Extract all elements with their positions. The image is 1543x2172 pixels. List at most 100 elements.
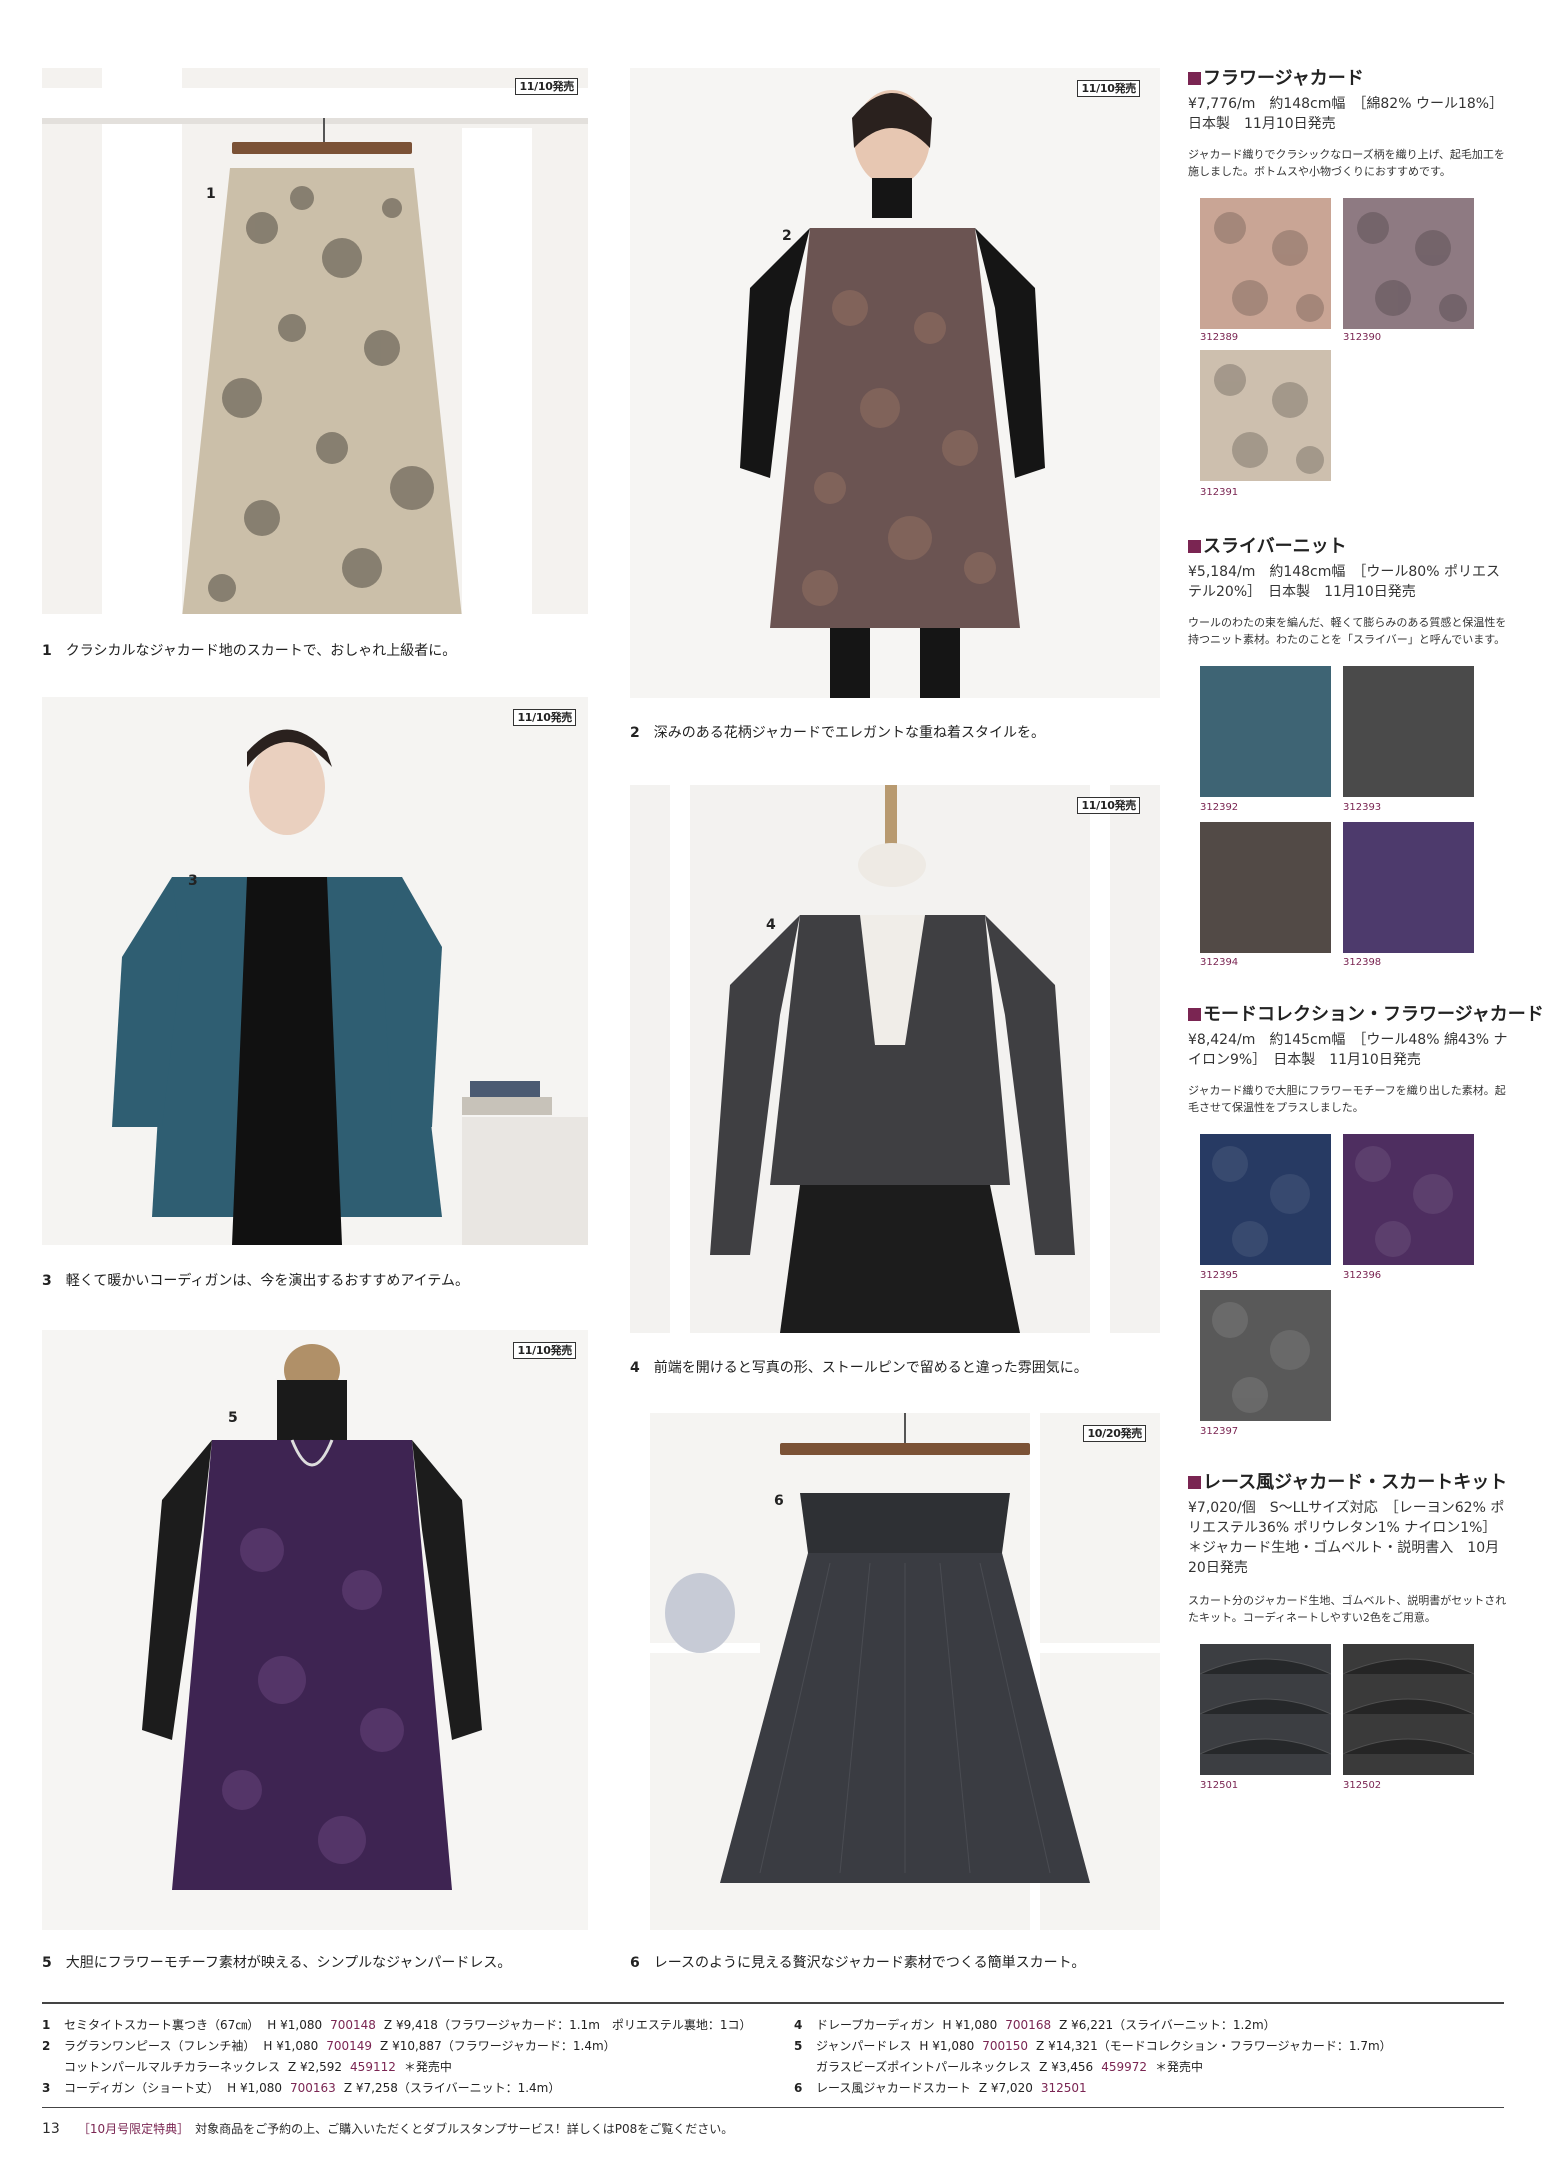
item-number: 5 <box>794 2039 803 2053</box>
fabric-swatch <box>1200 1644 1331 1775</box>
pattern-code: 700168 <box>1005 2018 1052 2032</box>
square-bullet-icon <box>1188 1476 1201 1489</box>
caption-number: 2 <box>630 725 640 741</box>
caption-3: 3 軽くて暖かいコーディガンは、今を演出するおすすめアイテム。 <box>42 1270 469 1290</box>
fabric-swatch <box>1343 1134 1474 1265</box>
footer-item-row: 3 コーディガン（ショート丈） H ¥1,080 700163 Z ¥7,258（スライ… <box>42 2079 568 2096</box>
swatch-code: 312389 <box>1200 332 1239 343</box>
item-number: 5 <box>228 1410 238 1426</box>
release-date-tag: 11/10発売 <box>515 78 578 95</box>
pattern-price: H ¥1,080 <box>227 2081 282 2095</box>
pattern-code: 700149 <box>326 2039 373 2053</box>
footer-item-row: ガラスビーズポイントパールネックレス Z ¥3,456 459972 ＊発売中 <box>794 2058 1211 2075</box>
item-name: ジャンパードレス <box>816 2039 912 2053</box>
section-title-sliver-knit: スライバーニット <box>1188 532 1347 558</box>
item-number: 4 <box>794 2018 803 2032</box>
lace-skirt-illustration <box>630 1413 1160 1930</box>
release-date-tag: 10/20発売 <box>1083 1425 1146 1442</box>
swatch-code: 312391 <box>1200 487 1239 498</box>
fabric-swatch <box>1343 1644 1474 1775</box>
item-number: 6 <box>794 2081 803 2095</box>
section-info: ¥8,424/m 約145cm幅 ［ウール48% 綿43% ナイロン9%］ 日本… <box>1188 1032 1508 1068</box>
material-price: Z ¥7,020 <box>978 2081 1033 2095</box>
photo-drape-cardigan-4: 11/10発売 4 <box>630 785 1160 1333</box>
cardigan-illustration <box>42 697 588 1245</box>
section-description: ジャカード織りでクラシックなローズ柄を織り上げ、起毛加工を施しました。ボトムスや… <box>1188 148 1505 178</box>
item-number: 1 <box>206 186 216 202</box>
footer-item-row: 5 ジャンパードレス H ¥1,080 700150 Z ¥14,321（モードコレクシ… <box>794 2037 1400 2054</box>
fabric-swatch <box>1200 1134 1331 1265</box>
material-price: Z ¥14,321（モードコレクション・フラワージャカード：1.7m） <box>1036 2039 1392 2053</box>
swatch-code: 312397 <box>1200 1426 1239 1437</box>
item-name: コーディガン（ショート丈） <box>64 2081 220 2095</box>
section-description: ジャカード織りで大胆にフラワーモチーフを織り出した素材。起毛させて保温性をプラス… <box>1188 1084 1506 1114</box>
pattern-price: H ¥1,080 <box>919 2039 975 2053</box>
item-number: 3 <box>42 2081 51 2095</box>
item-name: レース風ジャカードスカート <box>816 2081 971 2095</box>
drape-cardigan-illustration <box>630 785 1160 1333</box>
special-offer-text: 対象商品をご予約の上、ご購入いただくとダブルスタンプサービス！詳しくはP08をご… <box>195 2122 734 2136</box>
caption-text: 軽くて暖かいコーディガンは、今を演出するおすすめアイテム。 <box>65 1273 469 1289</box>
footer-item-row: 1 セミタイトスカート裏つき（67㎝） H ¥1,080 700148 Z ¥9,418… <box>42 2016 760 2033</box>
photo-cardigan-3: 11/10発売 3 <box>42 697 588 1245</box>
caption-4: 4 前端を開けると写真の形、ストールピンで留めると違った雰囲気に。 <box>630 1357 1088 1377</box>
photo-lace-skirt-6: 10/20発売 6 <box>630 1413 1160 1930</box>
material-code: 459112 <box>350 2060 396 2074</box>
fabric-swatch <box>1343 666 1474 797</box>
material-price: Z ¥2,592 <box>288 2060 343 2074</box>
item-name: ラグランワンピース（フレンチ袖） <box>64 2039 256 2053</box>
section-title-mode-collection: モードコレクション・フラワージャカード <box>1188 1000 1543 1026</box>
caption-5: 5 大胆にフラワーモチーフ素材が映える、シンプルなジャンパードレス。 <box>42 1952 511 1972</box>
square-bullet-icon <box>1188 72 1201 85</box>
caption-1: 1 クラシカルなジャカード地のスカートで、おしゃれ上級者に。 <box>42 640 456 660</box>
caption-number: 4 <box>630 1360 640 1376</box>
swatch-code: 312393 <box>1343 802 1382 813</box>
fabric-swatch <box>1343 198 1474 329</box>
swatch-code: 312394 <box>1200 957 1239 968</box>
footer-item-row: コットンパールマルチカラーネックレス Z ¥2,592 459112 ＊発売中 <box>42 2058 460 2075</box>
material-price: Z ¥3,456 <box>1039 2060 1094 2074</box>
fabric-swatch <box>1200 822 1331 953</box>
availability-note: ＊発売中 <box>403 2060 452 2074</box>
item-name: ガラスビーズポイントパールネックレス <box>816 2060 1032 2074</box>
footer-top-rule <box>42 2002 1504 2004</box>
square-bullet-icon <box>1188 540 1201 553</box>
pattern-code: 700150 <box>982 2039 1029 2053</box>
section-title-lace-jacquard-kit: レース風ジャカード・スカートキット <box>1188 1468 1507 1494</box>
caption-2: 2 深みのある花柄ジャカードでエレガントな重ね着スタイルを。 <box>630 722 1045 742</box>
footer-item-row: 4 ドレープカーディガン H ¥1,080 700168 Z ¥6,221（スライバーニ… <box>794 2016 1284 2033</box>
fabric-swatch <box>1343 822 1474 953</box>
swatch-code: 312392 <box>1200 802 1239 813</box>
material-price: Z ¥10,887（フラワージャカード：1.4m） <box>380 2039 616 2053</box>
caption-text: 前端を開けると写真の形、ストールピンで留めると違った雰囲気に。 <box>653 1360 1088 1376</box>
section-info: ¥7,776/m 約148cm幅 ［綿82% ウール18%］日本製 11月10日… <box>1188 96 1504 132</box>
swatch-code: 312390 <box>1343 332 1382 343</box>
photo-skirt-1: 11/10発売 1 <box>42 68 588 614</box>
material-code: 459972 <box>1101 2060 1148 2074</box>
caption-text: 深みのある花柄ジャカードでエレガントな重ね着スタイルを。 <box>653 725 1046 741</box>
fabric-swatch <box>1200 666 1331 797</box>
availability-note: ＊発売中 <box>1155 2060 1204 2074</box>
dress-illustration <box>630 68 1160 698</box>
pattern-code: 700148 <box>330 2018 376 2032</box>
swatch-code: 312398 <box>1343 957 1382 968</box>
caption-number: 3 <box>42 1273 52 1289</box>
footer-item-row: 2 ラグランワンピース（フレンチ袖） H ¥1,080 700149 Z ¥10,887… <box>42 2037 624 2054</box>
caption-number: 5 <box>42 1955 52 1971</box>
footer-bottom-rule <box>42 2107 1504 2108</box>
square-bullet-icon <box>1188 1008 1201 1021</box>
release-date-tag: 11/10発売 <box>513 1342 576 1359</box>
item-name: コットンパールマルチカラーネックレス <box>64 2060 281 2074</box>
swatch-code: 312502 <box>1343 1780 1382 1791</box>
item-name: ドレープカーディガン <box>816 2018 935 2032</box>
caption-6: 6 レースのように見える贅沢なジャカード素材でつくる簡単スカート。 <box>630 1952 1085 1972</box>
pattern-price: H ¥1,080 <box>942 2018 998 2032</box>
item-number: 3 <box>188 873 198 889</box>
item-number: 6 <box>774 1493 784 1509</box>
photo-dress-2: 11/10発売 2 <box>630 68 1160 698</box>
pattern-price: H ¥1,080 <box>267 2018 323 2032</box>
special-offer-label: ［10月号限定特典］ <box>77 2122 190 2136</box>
section-description: ウールのわたの束を編んだ、軽くて膨らみのある質感と保温性を持つニット素材。わたの… <box>1188 616 1507 646</box>
material-price: Z ¥6,221（スライバーニット：1.2m） <box>1059 2018 1276 2032</box>
item-number: 4 <box>766 917 776 933</box>
